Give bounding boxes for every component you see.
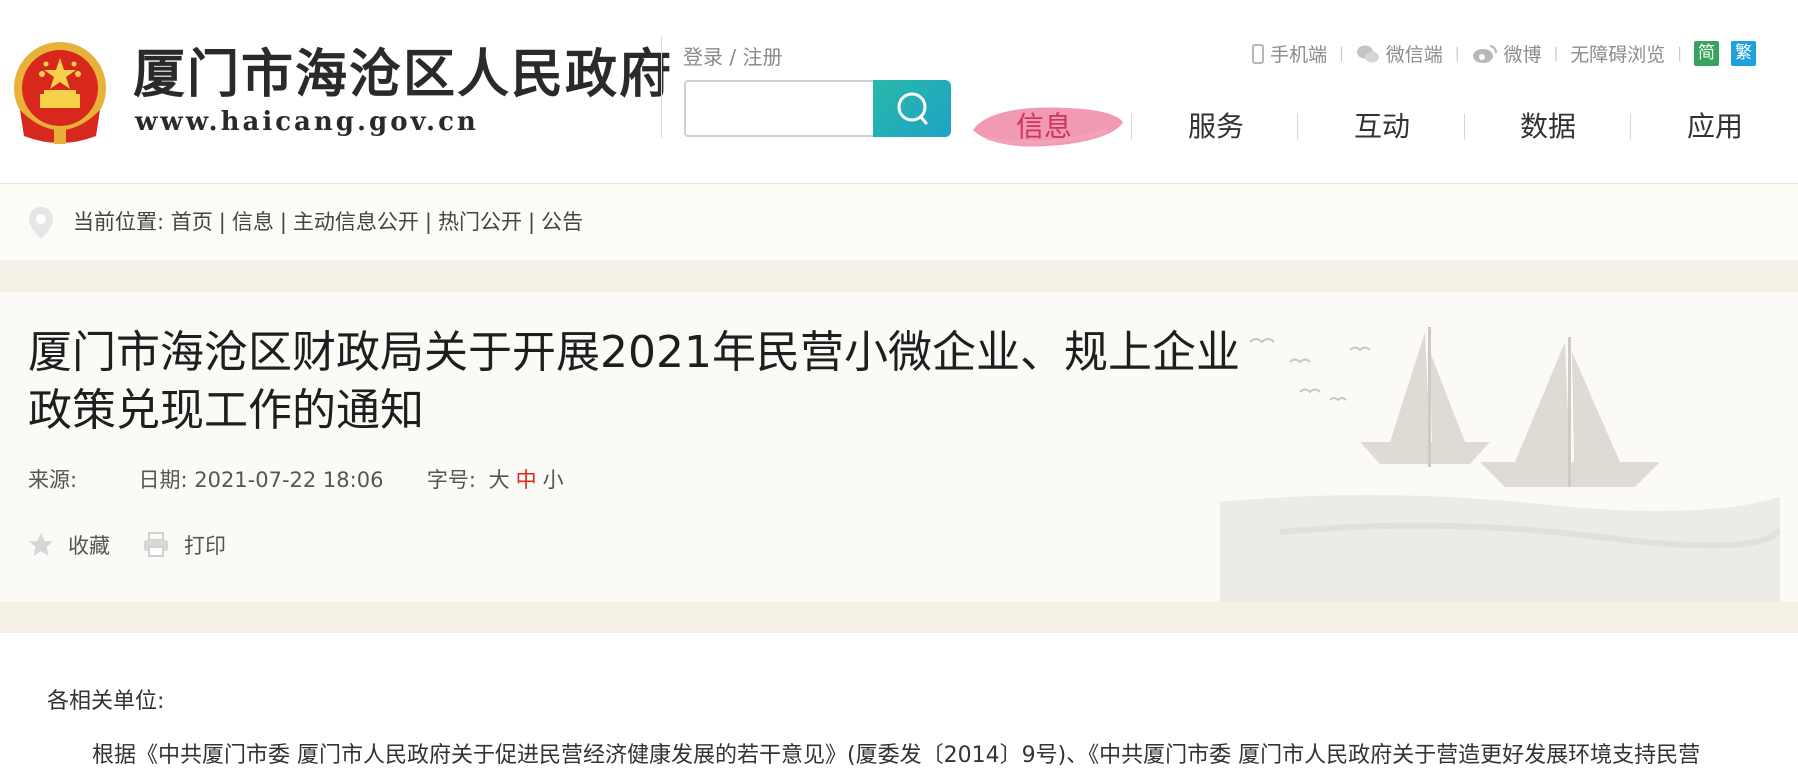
- login-separator: /: [723, 45, 743, 69]
- fontsize-large-button[interactable]: 大: [489, 468, 510, 492]
- nav-data[interactable]: 数据: [1488, 94, 1608, 160]
- login-link[interactable]: 登录: [683, 45, 723, 69]
- breadcrumb-home[interactable]: 首页: [171, 210, 213, 234]
- nav-divider: [1297, 114, 1298, 140]
- phone-icon: [1252, 43, 1265, 64]
- breadcrumb-info[interactable]: 信息: [232, 210, 274, 234]
- article-tools: 收藏 打印: [28, 530, 258, 560]
- star-icon: [29, 533, 53, 556]
- simplified-chinese-button[interactable]: 简: [1694, 41, 1719, 66]
- article-title: 厦门市海沧区财政局关于开展2021年民营小微企业、规上企业政策兑现工作的通知: [28, 327, 1240, 436]
- nav-divider: [1630, 114, 1631, 140]
- traditional-chinese-button[interactable]: 繁: [1731, 41, 1756, 66]
- breadcrumb-hot[interactable]: 热门公开: [438, 210, 522, 234]
- breadcrumb-disclosure[interactable]: 主动信息公开: [293, 210, 419, 234]
- site-header: 厦门市海沧区人民政府 www.haicang.gov.cn 登录 / 注册 手机…: [0, 0, 1798, 184]
- printer-icon: [144, 532, 168, 557]
- link-divider: |: [1454, 45, 1460, 62]
- link-divider: |: [1339, 45, 1344, 62]
- breadcrumb-separator: |: [424, 210, 432, 234]
- source-label: 来源:: [28, 468, 78, 492]
- mobile-link-label: 手机端: [1270, 44, 1328, 66]
- favorite-button[interactable]: 收藏: [28, 530, 110, 560]
- search-box: [684, 80, 951, 138]
- breadcrumb-separator: |: [528, 210, 536, 234]
- link-divider: |: [1553, 45, 1559, 62]
- link-divider: |: [1677, 45, 1682, 62]
- print-button[interactable]: 打印: [142, 530, 226, 560]
- search-input[interactable]: [684, 80, 880, 137]
- weibo-icon: [1472, 44, 1497, 63]
- wechat-icon: [1356, 45, 1379, 62]
- register-link[interactable]: 注册: [742, 45, 782, 69]
- fontsize-label: 字号:: [426, 468, 476, 492]
- article-salutation: 各相关单位:: [47, 689, 165, 714]
- weibo-link-label: 微博: [1503, 44, 1542, 66]
- fontsize-switcher: 大中小: [489, 468, 570, 492]
- nav-interaction[interactable]: 互动: [1322, 94, 1442, 160]
- nav-apps[interactable]: 应用: [1655, 94, 1775, 160]
- fontsize-medium-button[interactable]: 中: [516, 468, 537, 492]
- mobile-link[interactable]: 手机端: [1252, 40, 1327, 67]
- accessible-browse-link[interactable]: 无障碍浏览: [1570, 40, 1665, 67]
- article-header: 厦门市海沧区财政局关于开展2021年民营小微企业、规上企业政策兑现工作的通知 来…: [0, 292, 1798, 602]
- breadcrumb-separator: |: [218, 210, 226, 234]
- section-band: [0, 602, 1798, 632]
- search-button[interactable]: [873, 80, 951, 137]
- nav-info[interactable]: 信息: [984, 94, 1104, 160]
- site-url[interactable]: www.haicang.gov.cn: [135, 105, 479, 139]
- search-icon: [897, 92, 928, 125]
- date-label: 日期:: [138, 468, 188, 492]
- favorite-label: 收藏: [68, 534, 110, 558]
- article-body: 各相关单位: 根据《中共厦门市委 厦门市人民政府关于促进民营经济健康发展的若干意…: [0, 632, 1798, 783]
- header-divider: [661, 36, 662, 138]
- breadcrumb-notice[interactable]: 公告: [541, 210, 583, 234]
- wechat-link[interactable]: 微信端: [1356, 40, 1443, 67]
- print-label: 打印: [184, 534, 226, 558]
- breadcrumb-separator: |: [279, 210, 287, 234]
- date-value: 2021-07-22 18:06: [194, 468, 384, 492]
- weibo-link[interactable]: 微博: [1472, 40, 1542, 67]
- breadcrumb-bar: 当前位置: 首页 | 信息 | 主动信息公开 | 热门公开 | 公告: [0, 185, 1798, 260]
- nav-divider: [1464, 114, 1465, 140]
- login-register: 登录 / 注册: [683, 44, 782, 70]
- section-band: [0, 260, 1798, 292]
- nav-divider: [1131, 114, 1132, 140]
- main-nav: 信息 服务 互动 数据 应用: [970, 94, 1760, 160]
- site-name[interactable]: 厦门市海沧区人民政府: [133, 44, 673, 106]
- wechat-link-label: 微信端: [1385, 44, 1443, 66]
- article-paragraph: 根据《中共厦门市委 厦门市人民政府关于促进民营经济健康发展的若干意见》(厦委发〔…: [92, 743, 1701, 768]
- location-pin-icon: [29, 207, 53, 239]
- top-links: 手机端 | 微信端 | 微博 | 无障碍浏览 | 简 繁: [1252, 40, 1756, 67]
- fontsize-small-button[interactable]: 小: [543, 468, 564, 492]
- nav-services[interactable]: 服务: [1156, 94, 1276, 160]
- sailboat-scenery-icon: [1220, 327, 1780, 602]
- breadcrumb-label: 当前位置:: [73, 210, 165, 234]
- breadcrumb: 当前位置: 首页 | 信息 | 主动信息公开 | 热门公开 | 公告: [73, 207, 583, 237]
- national-emblem-icon[interactable]: [10, 40, 110, 145]
- article-meta: 来源: 日期: 2021-07-22 18:06 字号: 大中小: [28, 465, 570, 495]
